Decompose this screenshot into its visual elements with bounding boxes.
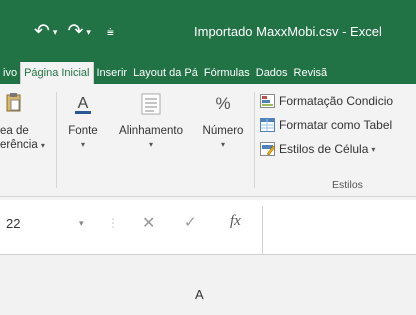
redo-dropdown-icon[interactable]: ▾ <box>86 27 91 38</box>
svg-text:A: A <box>78 95 89 112</box>
font-color-icon: A <box>71 92 95 116</box>
formula-input[interactable] <box>262 206 416 254</box>
chevron-down-icon: ▾ <box>148 140 153 149</box>
paste-icon <box>6 92 26 116</box>
tab-file[interactable]: ivo <box>0 62 20 84</box>
title-bar: ↶ ▾ ↷ ▾ ⩧ Importado MaxxMobi.csv - Excel <box>0 0 416 62</box>
enter-icon[interactable]: ✓ <box>184 213 197 231</box>
formula-bar-grip-icon[interactable]: ⋮ <box>107 216 119 230</box>
name-box[interactable]: 22 <box>6 216 20 231</box>
tab-formulas[interactable]: Fórmulas <box>201 62 253 84</box>
font-group-button[interactable]: A Fonte ▾ <box>60 92 106 152</box>
chevron-down-icon: ▾ <box>40 141 45 150</box>
cell-styles-icon <box>260 142 276 156</box>
chevron-down-icon: ▾ <box>220 140 225 149</box>
conditional-formatting-button[interactable]: Formatação Condicio <box>260 94 393 108</box>
tab-home[interactable]: Página Inicial <box>20 62 94 84</box>
cancel-icon[interactable]: ✕ <box>142 213 155 233</box>
alignment-group-button[interactable]: Alinhamento ▾ <box>108 92 194 152</box>
worksheet-grid: A <box>0 254 416 315</box>
name-box-dropdown-icon[interactable]: ▾ <box>79 218 84 229</box>
align-icon <box>139 92 163 116</box>
format-as-table-button[interactable]: Formatar como Tabel <box>260 118 392 132</box>
insert-function-icon[interactable]: fx <box>230 213 241 230</box>
ribbon: ea de erência ▾ A Fonte ▾ Alinhamento ▾ … <box>0 84 416 197</box>
tab-page-layout[interactable]: Layout da Pá <box>130 62 201 84</box>
ribbon-tabs: ivo Página Inicial Inserir Layout da Pá … <box>0 62 416 84</box>
tab-data[interactable]: Dados <box>253 62 291 84</box>
number-group-button[interactable]: % Número ▾ <box>196 92 250 152</box>
styles-group-label: Estilos <box>332 179 363 191</box>
styles-group: Formatação Condicio Formatar como Tabel … <box>260 84 416 196</box>
cell-styles-button[interactable]: Estilos de Célula ▾ <box>260 142 375 156</box>
group-divider <box>56 92 57 188</box>
tab-review[interactable]: Revisã <box>291 62 331 84</box>
clipboard-button[interactable]: ea de erência ▾ <box>0 92 52 153</box>
column-header-a[interactable]: A <box>195 287 204 302</box>
quick-access-toolbar: ↶ ▾ ↷ ▾ ⩧ <box>34 22 114 42</box>
percent-icon: % <box>215 94 231 113</box>
window-title: Importado MaxxMobi.csv - Excel <box>194 24 382 39</box>
formula-bar: 22 ▾ ⋮ ✕ ✓ fx <box>0 200 416 254</box>
chevron-down-icon: ▾ <box>371 144 376 154</box>
customize-qat-icon[interactable]: ⩧ <box>107 25 114 40</box>
chevron-down-icon: ▾ <box>80 140 85 149</box>
conditional-format-icon <box>260 94 276 108</box>
format-table-icon <box>260 118 276 132</box>
tab-insert[interactable]: Inserir <box>94 62 131 84</box>
group-divider <box>254 92 255 188</box>
undo-icon[interactable]: ↶ <box>34 22 50 42</box>
undo-dropdown-icon[interactable]: ▾ <box>53 27 58 38</box>
redo-icon[interactable]: ↷ <box>67 22 83 42</box>
